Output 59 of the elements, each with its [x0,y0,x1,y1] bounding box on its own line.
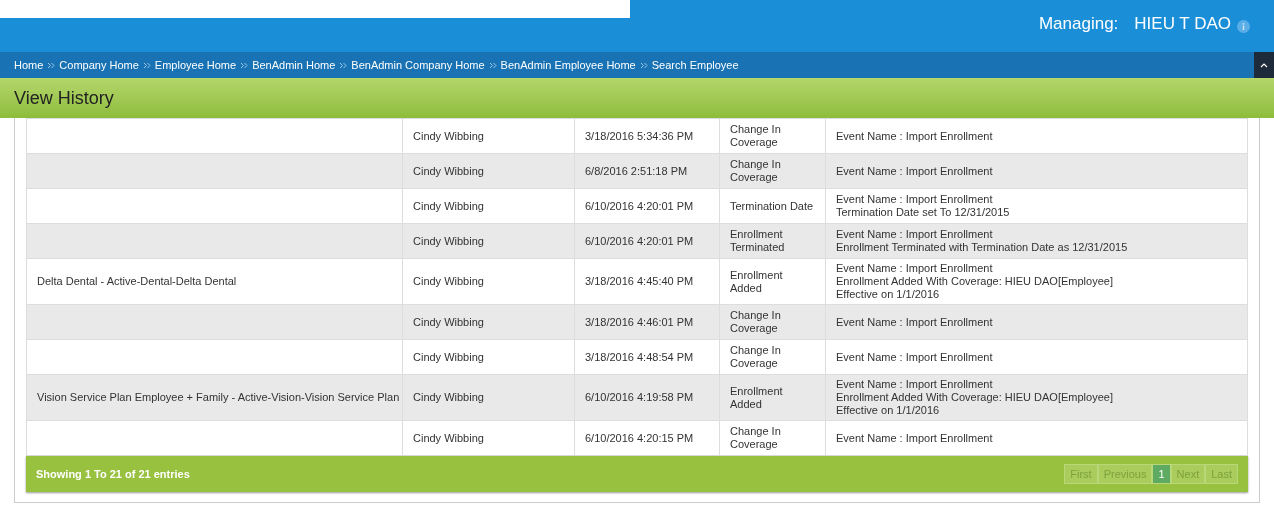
pagination-button[interactable]: 1 [1152,464,1171,484]
user-cell: Cindy Wibbing [402,258,575,305]
action-cell: Change In Coverage [719,304,826,340]
breadcrumb-link[interactable]: Home [14,56,44,74]
double-chevron-icon [142,61,151,69]
collapse-button[interactable] [1254,52,1274,78]
action-cell: Change In Coverage [719,339,826,375]
action-cell: Enrollment Added [719,374,826,421]
breadcrumb-link[interactable]: BenAdmin Company Home [351,56,485,74]
double-chevron-icon [488,61,497,69]
action-cell: Enrollment Added [719,258,826,305]
plan-cell: Vision Service Plan Employee + Family - Active-Vision-Vision Service Plan [26,374,403,421]
page-title: View History [14,86,114,110]
user-cell: Cindy Wibbing [402,374,575,421]
details-cell: Event Name : Import Enrollment Termination Date set To 12/31/2015 [825,188,1248,224]
breadcrumb-link[interactable]: BenAdmin Home [252,56,336,74]
date-cell: 3/18/2016 4:46:01 PM [574,304,720,340]
details-cell: Event Name : Import Enrollment [825,304,1248,340]
plan-cell: Delta Dental - Active-Dental-Delta Dental [26,258,403,305]
managing-label: Managing: [1038,12,1119,35]
user-cell: Cindy Wibbing [402,420,575,456]
action-cell: Termination Date [719,188,826,224]
details-cell: Event Name : Import Enrollment [825,118,1248,154]
date-cell: 3/18/2016 4:48:54 PM [574,339,720,375]
user-cell: Cindy Wibbing [402,339,575,375]
date-cell: 6/10/2016 4:20:15 PM [574,420,720,456]
action-cell: Enrollment Terminated [719,223,826,259]
date-cell: 3/18/2016 5:34:36 PM [574,118,720,154]
details-cell: Event Name : Import Enrollment Enrollment Terminated with Termination Date as 12/31/2015 [825,223,1248,259]
entries-summary: Showing 1 To 21 of 21 entries [36,466,190,482]
details-cell: Event Name : Import Enrollment [825,339,1248,375]
chevron-up-icon [1260,62,1268,68]
details-cell: Event Name : Import Enrollment Enrollment Added With Coverage: HIEU DAO[Employee] Effective on 1/1/2016 [825,258,1248,305]
user-cell: Cindy Wibbing [402,153,575,189]
double-chevron-icon [639,61,648,69]
details-cell: Event Name : Import Enrollment [825,420,1248,456]
breadcrumb-link[interactable]: Search Employee [651,56,739,74]
action-cell: Change In Coverage [719,420,826,456]
info-icon[interactable] [1237,20,1250,33]
double-chevron-icon [240,61,249,69]
managing-name: HIEU T DAO [1134,12,1231,35]
breadcrumb-link[interactable]: Company Home [59,56,139,74]
details-cell: Event Name : Import Enrollment Enrollment Added With Coverage: HIEU DAO[Employee] Effective on 1/1/2016 [825,374,1248,421]
user-cell: Cindy Wibbing [402,188,575,224]
date-cell: 6/10/2016 4:20:01 PM [574,223,720,259]
date-cell: 3/18/2016 4:45:40 PM [574,258,720,305]
date-cell: 6/10/2016 4:19:58 PM [574,374,720,421]
breadcrumb-link[interactable]: Employee Home [154,56,237,74]
breadcrumb-link[interactable]: BenAdmin Employee Home [500,56,636,74]
details-cell: Event Name : Import Enrollment [825,153,1248,189]
user-cell: Cindy Wibbing [402,304,575,340]
action-cell: Change In Coverage [719,153,826,189]
date-cell: 6/8/2016 2:51:18 PM [574,153,720,189]
user-cell: Cindy Wibbing [402,118,575,154]
user-cell: Cindy Wibbing [402,223,575,259]
double-chevron-icon [339,61,348,69]
action-cell: Change In Coverage [719,118,826,154]
double-chevron-icon [47,61,56,69]
date-cell: 6/10/2016 4:20:01 PM [574,188,720,224]
